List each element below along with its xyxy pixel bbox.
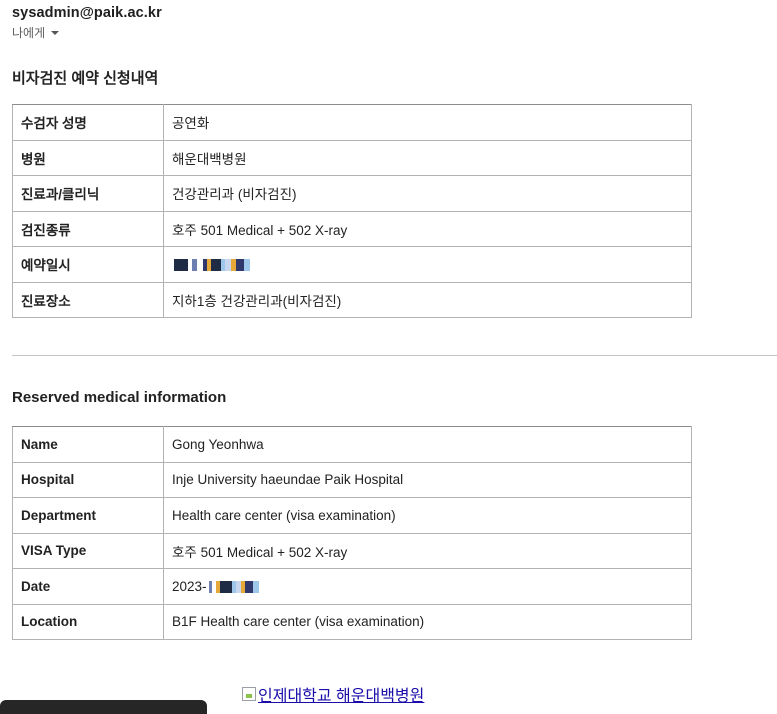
row-value: 건강관리과 (비자검진) xyxy=(163,175,692,212)
table-row: Hospital Inje University haeundae Paik H… xyxy=(12,461,692,498)
row-value: 호주 501 Medical + 502 X-ray xyxy=(163,210,692,247)
english-reservation-table: Name Gong Yeonhwa Hospital Inje Universi… xyxy=(12,426,692,640)
row-label: Name xyxy=(12,426,164,463)
table-row: VISA Type 호주 501 Medical + 502 X-ray xyxy=(12,532,692,569)
row-label: VISA Type xyxy=(12,532,164,569)
row-label: 검진종류 xyxy=(12,210,164,247)
row-label: 진료장소 xyxy=(12,281,164,318)
table-row: Name Gong Yeonhwa xyxy=(12,426,692,463)
table-row: Location B1F Health care center (visa ex… xyxy=(12,603,692,640)
sender-block: sysadmin@paik.ac.kr 나에게 xyxy=(12,5,162,41)
row-label: Location xyxy=(12,603,164,640)
table-row: 진료장소 지하1층 건강관리과(비자검진) xyxy=(12,281,692,318)
table-row: 병원 해운대백병원 xyxy=(12,139,692,176)
logo-alt-text: 인제대학교 해운대백병원 xyxy=(258,688,425,705)
sender-email[interactable]: sysadmin@paik.ac.kr xyxy=(12,5,162,21)
row-value: Health care center (visa examination) xyxy=(163,497,692,534)
recipient-label: 나에게 xyxy=(12,26,46,40)
english-section-title: Reserved medical information xyxy=(12,389,227,406)
table-row: 진료과/클리닉 건강관리과 (비자검진) xyxy=(12,175,692,212)
row-value: 공연화 xyxy=(163,104,692,141)
recipient-details-toggle[interactable]: 나에게 xyxy=(12,24,162,41)
row-label: Department xyxy=(12,497,164,534)
table-row: 수검자 성명 공연화 xyxy=(12,104,692,141)
table-row: 예약일시 xyxy=(12,246,692,283)
korean-section-title: 비자검진 예약 신청내역 xyxy=(12,70,159,87)
redacted-datetime xyxy=(174,259,250,272)
bottom-toolbar xyxy=(0,700,207,714)
row-value: 호주 501 Medical + 502 X-ray xyxy=(163,532,692,569)
table-row: 검진종류 호주 501 Medical + 502 X-ray xyxy=(12,210,692,247)
row-value-text: 2023- xyxy=(172,578,207,594)
row-value: Gong Yeonhwa xyxy=(163,426,692,463)
section-divider xyxy=(12,355,777,356)
table-row: Department Health care center (visa exam… xyxy=(12,497,692,534)
row-value: 지하1층 건강관리과(비자검진) xyxy=(163,281,692,318)
row-value: 2023- xyxy=(163,568,692,605)
hospital-logo-link[interactable]: 인제대학교 해운대백병원 xyxy=(242,682,424,706)
row-value: Inje University haeundae Paik Hospital xyxy=(163,461,692,498)
row-label: 수검자 성명 xyxy=(12,104,164,141)
row-label: Date xyxy=(12,568,164,605)
row-value: B1F Health care center (visa examination… xyxy=(163,603,692,640)
row-value: 해운대백병원 xyxy=(163,139,692,176)
row-label: 진료과/클리닉 xyxy=(12,175,164,212)
korean-reservation-table: 수검자 성명 공연화 병원 해운대백병원 진료과/클리닉 건강관리과 (비자검진… xyxy=(12,104,692,318)
row-label: 예약일시 xyxy=(12,246,164,283)
table-row: Date 2023- xyxy=(12,568,692,605)
broken-image-icon xyxy=(242,687,256,701)
row-value xyxy=(163,246,692,283)
redacted-date xyxy=(208,581,259,594)
row-label: Hospital xyxy=(12,461,164,498)
row-label: 병원 xyxy=(12,139,164,176)
chevron-down-icon[interactable] xyxy=(51,31,60,35)
